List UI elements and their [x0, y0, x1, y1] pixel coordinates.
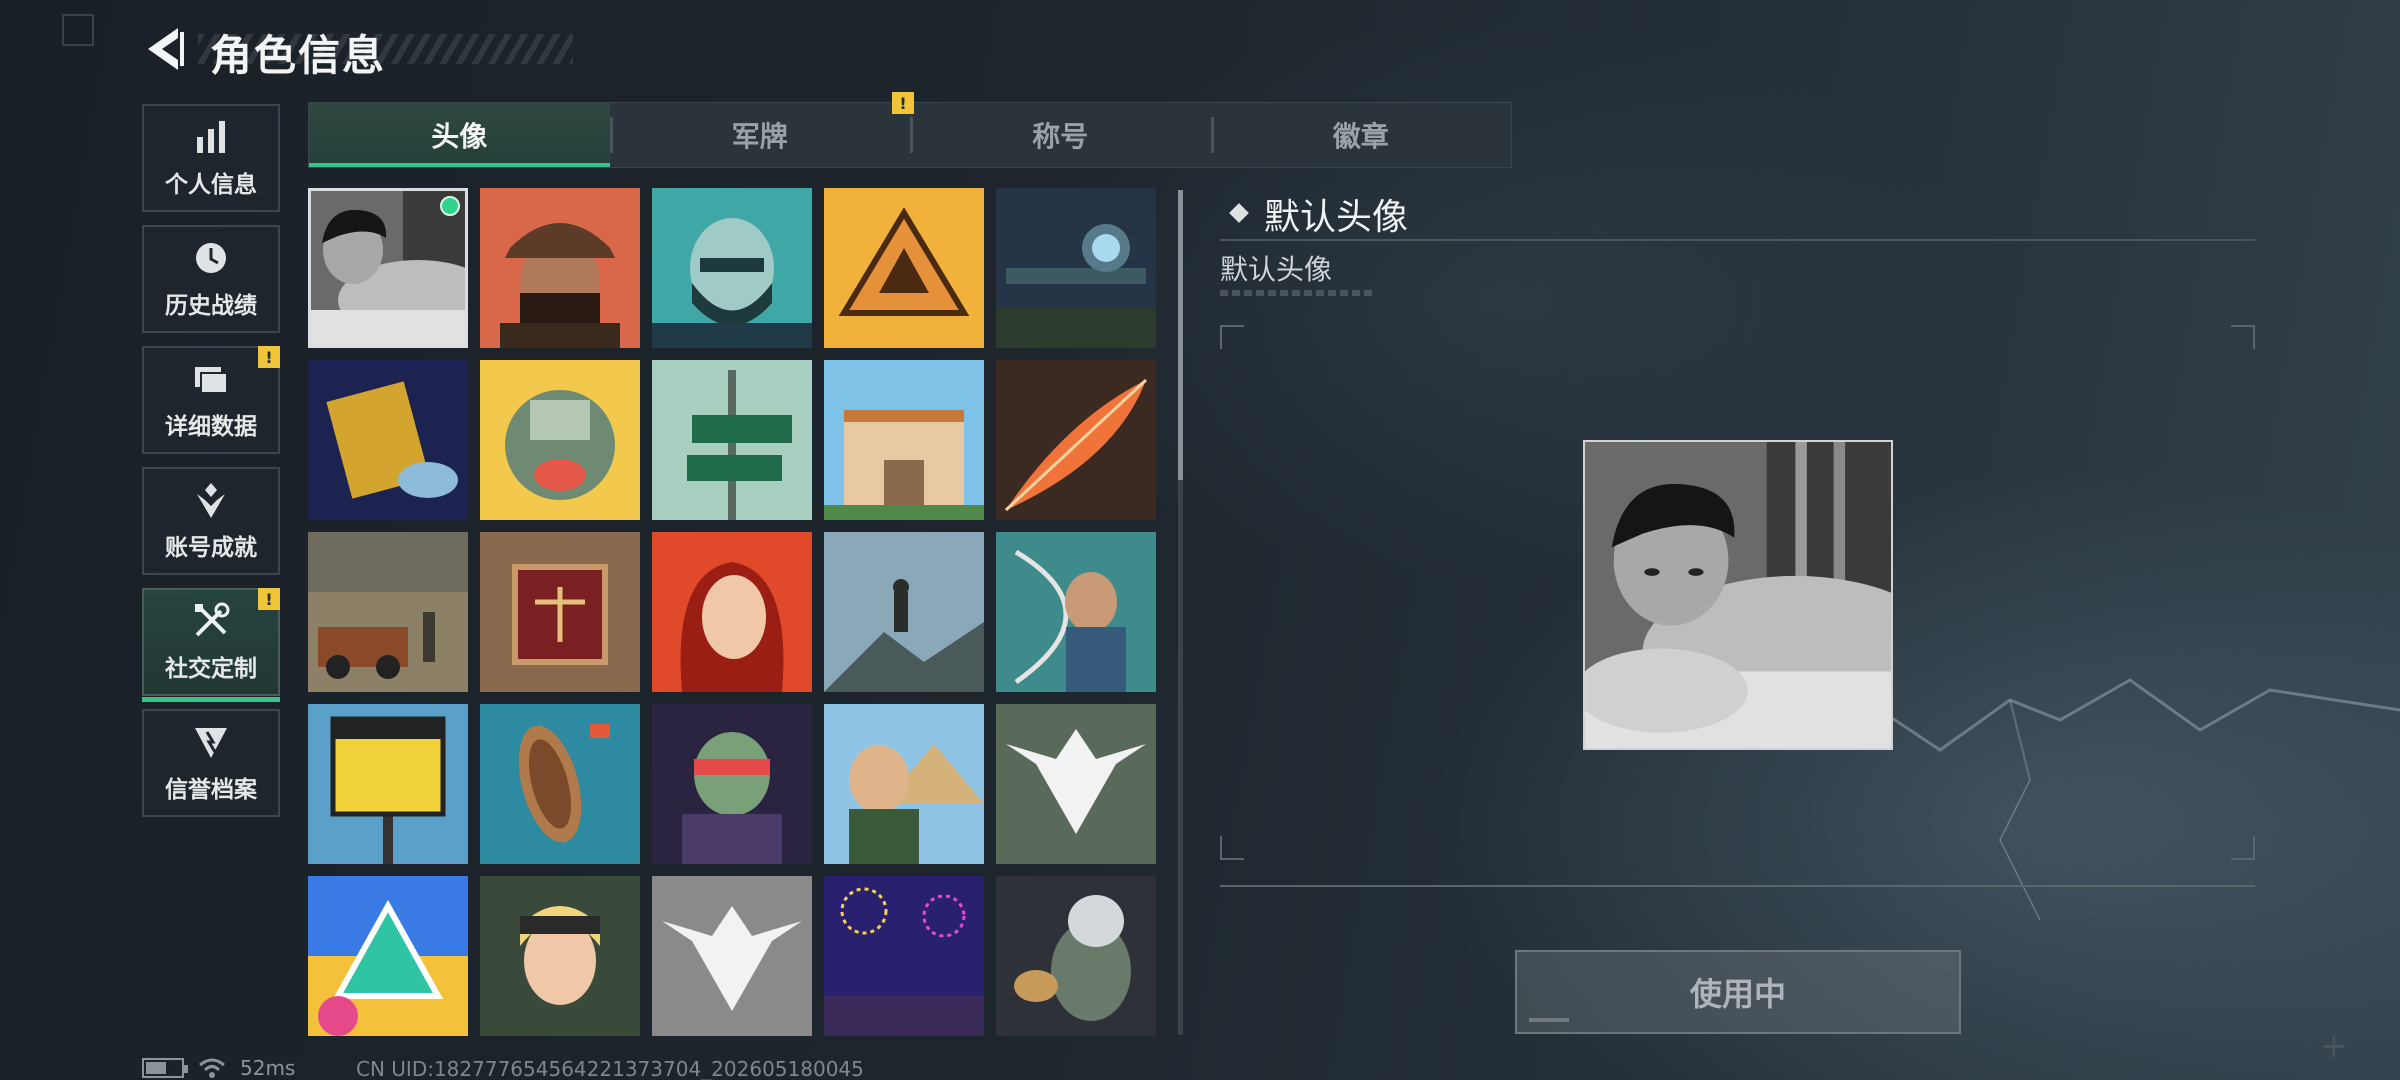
avatar-image	[824, 188, 984, 348]
avatar-image	[480, 532, 640, 692]
reputation-icon	[195, 728, 227, 758]
tab-dogtag[interactable]: 军牌	[609, 103, 911, 167]
equipped-indicator	[440, 196, 460, 216]
avatar-tile-bw-portrait[interactable]	[308, 188, 468, 348]
tab-avatar[interactable]: 头像	[309, 103, 610, 167]
avatar-tile-gold-triangle[interactable]	[824, 188, 984, 348]
avatar-image	[480, 360, 640, 520]
sidebar-item-profile[interactable]: 个人信息	[142, 104, 280, 212]
sidebar-item-label: 历史战绩	[165, 293, 257, 319]
avatar-tile-bearded-man[interactable]	[652, 188, 812, 348]
avatar-tile-way-out-sign[interactable]	[652, 360, 812, 520]
avatar-image	[824, 704, 984, 864]
warning-badge: !	[892, 92, 914, 114]
avatar-tile-ruined-car[interactable]	[308, 532, 468, 692]
sidebar-item-achievements[interactable]: 账号成就	[142, 467, 280, 575]
sidebar-item-social[interactable]: ! 社交定制	[142, 588, 280, 702]
detail-subtitle: 默认头像	[1220, 253, 1333, 286]
avatar-image	[652, 188, 812, 348]
back-arrow-icon[interactable]	[140, 24, 190, 74]
avatar-tile-eagle-green[interactable]	[996, 704, 1156, 864]
avatar-tile-cat-soldier[interactable]	[996, 876, 1156, 1036]
scroll-thumb[interactable]	[1178, 190, 1183, 480]
avatar-tile-eagle-grey[interactable]	[652, 876, 812, 1036]
avatar-image	[652, 532, 812, 692]
sidebar-item-details[interactable]: ! 详细数据	[142, 346, 280, 454]
detail-title: 默认头像	[1264, 197, 1409, 238]
avatar-image	[824, 876, 984, 1036]
wifi-icon	[199, 1058, 225, 1078]
in-use-button[interactable]: 使用中	[1515, 950, 1961, 1034]
uid-text: CN UID:182777654564221373704_20260518004…	[356, 1057, 864, 1080]
avatar-image	[480, 188, 640, 348]
divider	[1220, 239, 2255, 241]
ping-text: 52ms	[240, 1056, 296, 1080]
avatar-tile-cap-soldier[interactable]	[480, 188, 640, 348]
achievement-icon	[197, 483, 225, 518]
tools-icon	[195, 602, 230, 637]
avatar-image	[308, 704, 468, 864]
avatar-image	[824, 360, 984, 520]
warning-badge: !	[258, 588, 280, 610]
avatar-image	[308, 532, 468, 692]
avatar-image	[996, 532, 1156, 692]
sidebar: 个人信息 历史战绩 ! 详细数据 账号成就 ! 社交定制 信誉档案	[142, 104, 280, 830]
avatar-image	[996, 188, 1156, 348]
avatar-tile-pyramid-selfie[interactable]	[824, 704, 984, 864]
avatar-tile-fat-mech[interactable]	[480, 360, 640, 520]
button-decoration	[1529, 1018, 1569, 1022]
avatar-tile-bronze-scales[interactable]	[480, 532, 640, 692]
battery-icon	[142, 1058, 188, 1078]
avatar-tile-sniper-rifle[interactable]	[996, 188, 1156, 348]
sidebar-item-label: 个人信息	[165, 172, 257, 198]
avatar-grid	[308, 188, 1160, 1038]
avatar-image	[480, 876, 640, 1036]
history-clock-icon	[196, 243, 226, 273]
avatar-image	[824, 532, 984, 692]
detail-description-placeholder	[1220, 290, 1372, 296]
avatar-tile-goggles-girl[interactable]	[480, 876, 640, 1036]
avatar-image	[996, 704, 1156, 864]
avatar-tile-fireworks-2026[interactable]	[824, 876, 984, 1036]
page-title: 角色信息	[210, 31, 387, 80]
sidebar-item-label: 账号成就	[165, 535, 257, 561]
corner-plus-icon: +	[2319, 1026, 2349, 1066]
divider	[1220, 885, 2255, 887]
avatar-tile-villa[interactable]	[824, 360, 984, 520]
sidebar-item-label: 信誉档案	[165, 777, 257, 803]
sidebar-item-reputation[interactable]: 信誉档案	[142, 709, 280, 817]
avatar-tile-alligator-sign[interactable]	[308, 704, 468, 864]
avatar-tile-neon-triangle[interactable]	[308, 876, 468, 1036]
corner-frame	[62, 14, 94, 46]
avatar-image	[480, 704, 640, 864]
avatar-image	[308, 360, 468, 520]
avatar-image	[652, 360, 812, 520]
bw-portrait-preview	[1585, 442, 1891, 748]
avatar-preview	[1583, 440, 1893, 750]
in-use-label: 使用中	[1689, 975, 1786, 1013]
sidebar-item-history[interactable]: 历史战绩	[142, 225, 280, 333]
avatar-tile-red-hair-woman[interactable]	[652, 532, 812, 692]
scrollbar[interactable]	[1178, 190, 1183, 1035]
avatar-tile-orange-feather[interactable]	[996, 360, 1156, 520]
sidebar-item-label: 社交定制	[165, 656, 257, 682]
avatar-image	[996, 876, 1156, 1036]
sidebar-item-label: 详细数据	[165, 414, 257, 440]
warning-badge: !	[258, 346, 280, 368]
avatar-tile-mountain-man[interactable]	[824, 532, 984, 692]
avatar-tile-zombie-warrior[interactable]	[652, 704, 812, 864]
avatar-image	[652, 704, 812, 864]
avatar-image	[652, 876, 812, 1036]
avatar-tile-book-hand[interactable]	[308, 360, 468, 520]
avatar-tile-rowboat[interactable]	[480, 704, 640, 864]
avatar-image	[996, 360, 1156, 520]
bar-chart-icon	[197, 121, 225, 153]
folders-icon	[195, 367, 228, 394]
avatar-tile-archer-girl[interactable]	[996, 532, 1156, 692]
avatar-image	[308, 876, 468, 1036]
status-bar: 52ms	[142, 1056, 295, 1080]
tab-title[interactable]: 称号	[910, 103, 1211, 167]
tab-badge[interactable]: 徽章	[1210, 103, 1512, 167]
